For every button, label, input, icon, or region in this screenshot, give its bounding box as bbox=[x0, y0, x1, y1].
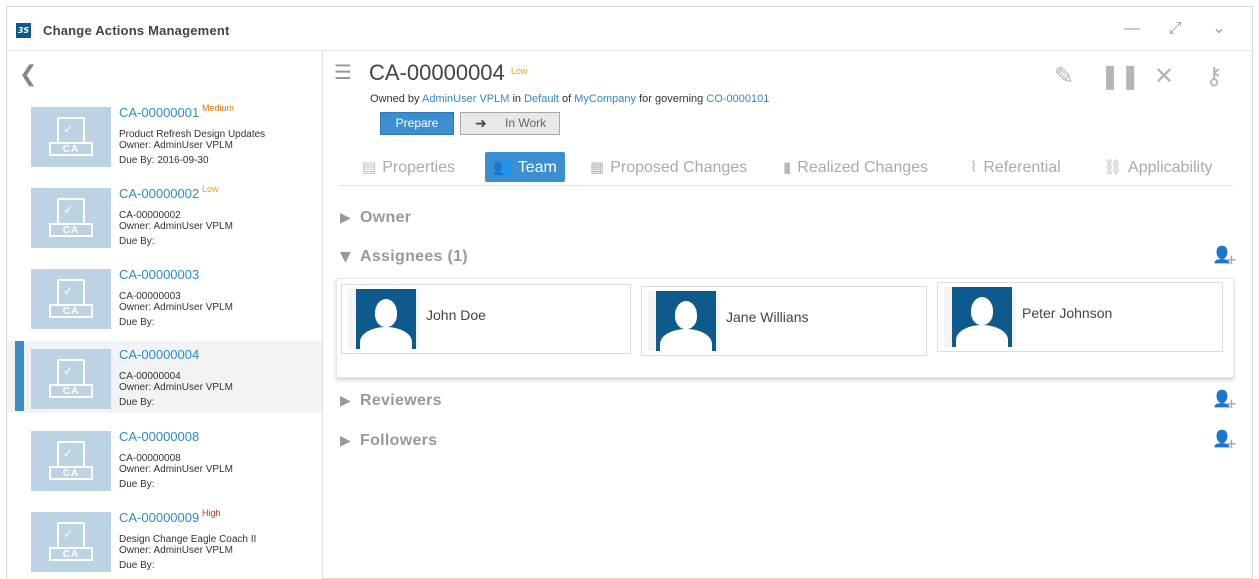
add-assignee-icon[interactable]: 👤 + bbox=[1212, 245, 1238, 269]
member-name: Peter Johnson bbox=[1022, 305, 1113, 321]
ca-name[interactable]: CA-00000004 bbox=[119, 347, 199, 362]
ca-description: CA-00000002 bbox=[119, 210, 181, 221]
owner-link[interactable]: AdminUser VPLM bbox=[422, 93, 509, 105]
ca-name[interactable]: CA-00000001 bbox=[119, 105, 199, 120]
selection-indicator bbox=[15, 341, 24, 411]
section-followers[interactable]: ▶ Followers bbox=[340, 432, 437, 450]
ca-owner: Owner: AdminUser VPLM bbox=[119, 302, 233, 313]
change-action-thumbnail-icon: ✓ CA bbox=[31, 431, 111, 491]
list-item-ca-00000004[interactable]: ✓ CA CA-00000004 CA-00000004 Owner: Admi… bbox=[7, 341, 322, 413]
list-item-ca-00000008[interactable]: ✓ CA CA-00000008 CA-00000008 Owner: Admi… bbox=[7, 425, 322, 497]
ca-due-date: Due By: bbox=[119, 236, 155, 247]
add-follower-icon[interactable]: 👤 + bbox=[1212, 429, 1238, 453]
paperclip-icon: ⌇ bbox=[970, 158, 978, 176]
member-card[interactable]: Jane Willians bbox=[641, 286, 927, 356]
caret-right-icon: ▶ bbox=[340, 393, 351, 409]
change-order-link[interactable]: CO-0000101 bbox=[706, 93, 769, 105]
ca-description: Product Refresh Design Updates bbox=[119, 129, 266, 140]
promote-in-work-button[interactable]: ➜ In Work bbox=[460, 112, 560, 135]
tab-applicability[interactable]: ⛓ Applicability bbox=[1103, 152, 1213, 182]
link-icon: ⛓ bbox=[1103, 158, 1123, 176]
expand-icon[interactable]: ⤢ bbox=[1165, 19, 1185, 39]
ca-due-date: Due By: 2016-09-30 bbox=[119, 155, 209, 166]
team-icon: 👥 bbox=[493, 158, 512, 176]
member-name: John Doe bbox=[426, 307, 486, 323]
list-icon: ▦ bbox=[590, 158, 605, 176]
title-bar: 3S Change Actions Management — ⤢ ⌄ bbox=[7, 7, 1252, 51]
ca-due-date: Due By: bbox=[119, 317, 155, 328]
priority-badge: Low bbox=[202, 184, 219, 194]
avatar bbox=[944, 287, 1016, 347]
change-action-thumbnail-icon: ✓ CA bbox=[31, 349, 111, 409]
list-item-ca-00000001[interactable]: ✓ CA CA-00000001 Medium Product Refresh … bbox=[7, 101, 322, 173]
tab-team[interactable]: 👥 Team bbox=[485, 152, 565, 182]
section-reviewers[interactable]: ▶ Reviewers bbox=[340, 392, 442, 410]
caret-right-icon: ▶ bbox=[340, 210, 351, 226]
edit-icon[interactable]: ✎ bbox=[1050, 62, 1078, 90]
bar-chart-icon: ▮ bbox=[783, 158, 792, 176]
chevron-down-icon[interactable]: ⌄ bbox=[1209, 19, 1229, 39]
key-icon[interactable]: ⚷ bbox=[1200, 62, 1228, 90]
collapse-sidebar-icon[interactable]: ❮ bbox=[19, 62, 37, 87]
arrow-right-icon: ➜ bbox=[475, 115, 487, 131]
change-action-list: ❮ ✓ CA CA-00000001 Medium Product Refres… bbox=[7, 52, 323, 579]
priority-badge: Medium bbox=[202, 103, 235, 113]
priority-badge: Low bbox=[511, 66, 528, 76]
tab-referential[interactable]: ⌇ Referential bbox=[970, 152, 1061, 182]
detail-panel: ☰ CA-00000004 Low Owned by AdminUser VPL… bbox=[324, 52, 1252, 579]
tab-properties[interactable]: ▤ Properties bbox=[362, 152, 455, 182]
member-card[interactable]: John Doe bbox=[341, 284, 631, 354]
change-action-thumbnail-icon: ✓ CA bbox=[31, 512, 111, 572]
member-name: Jane Willians bbox=[726, 309, 809, 325]
app-window: 3S Change Actions Management — ⤢ ⌄ ❮ ✓ C… bbox=[6, 6, 1253, 579]
ca-description: CA-00000003 bbox=[119, 291, 181, 302]
page-title: CA-00000004 bbox=[369, 60, 505, 85]
change-action-thumbnail-icon: ✓ CA bbox=[31, 188, 111, 248]
ca-description: CA-00000004 bbox=[119, 371, 181, 382]
avatar bbox=[348, 289, 420, 349]
ca-description: Design Change Eagle Coach II bbox=[119, 534, 257, 545]
collab-space-link[interactable]: Default bbox=[524, 93, 559, 105]
ca-name[interactable]: CA-00000002 bbox=[119, 186, 199, 201]
pause-icon[interactable]: ❚❚ bbox=[1100, 62, 1140, 90]
app-logo-icon: 3S bbox=[16, 23, 31, 38]
ca-due-date: Due By: bbox=[119, 397, 155, 408]
ca-owner: Owner: AdminUser VPLM bbox=[119, 545, 233, 556]
tab-proposed-changes[interactable]: ▦ Proposed Changes bbox=[590, 152, 747, 182]
caret-down-icon: ▼ bbox=[340, 249, 351, 265]
change-action-thumbnail-icon: ✓ CA bbox=[31, 107, 111, 167]
close-icon[interactable]: ✕ bbox=[1150, 62, 1178, 90]
member-card[interactable]: Peter Johnson bbox=[937, 282, 1223, 352]
ca-owner: Owner: AdminUser VPLM bbox=[119, 382, 233, 393]
avatar bbox=[648, 291, 720, 351]
assignees-panel: John Doe Jane Willians Peter Johnson bbox=[336, 278, 1234, 378]
ca-name[interactable]: CA-00000003 bbox=[119, 267, 199, 282]
ownership-line: Owned by AdminUser VPLM in Default of My… bbox=[370, 93, 770, 105]
list-menu-icon[interactable]: ☰ bbox=[334, 60, 352, 84]
list-item-ca-00000003[interactable]: ✓ CA CA-00000003 CA-00000003 Owner: Admi… bbox=[7, 263, 322, 335]
caret-right-icon: ▶ bbox=[340, 433, 351, 449]
section-assignees[interactable]: ▼ Assignees (1) bbox=[340, 248, 468, 266]
section-owner[interactable]: ▶ Owner bbox=[340, 209, 411, 227]
ca-due-date: Due By: bbox=[119, 560, 155, 571]
ca-name[interactable]: CA-00000009 bbox=[119, 510, 199, 525]
ca-owner: Owner: AdminUser VPLM bbox=[119, 140, 233, 151]
priority-badge: High bbox=[202, 508, 221, 518]
ca-description: CA-00000008 bbox=[119, 453, 181, 464]
list-item-ca-00000002[interactable]: ✓ CA CA-00000002 Low CA-00000002 Owner: … bbox=[7, 182, 322, 254]
ca-owner: Owner: AdminUser VPLM bbox=[119, 221, 233, 232]
ca-name[interactable]: CA-00000008 bbox=[119, 429, 199, 444]
ca-due-date: Due By: bbox=[119, 479, 155, 490]
tab-realized-changes[interactable]: ▮ Realized Changes bbox=[783, 152, 928, 182]
state-prepare-button[interactable]: Prepare bbox=[380, 112, 454, 135]
add-reviewer-icon[interactable]: 👤 + bbox=[1212, 389, 1238, 413]
change-action-thumbnail-icon: ✓ CA bbox=[31, 269, 111, 329]
tab-bar: ▤ Properties 👥 Team ▦ Proposed Changes ▮ Rea… bbox=[338, 146, 1233, 186]
app-title: Change Actions Management bbox=[43, 23, 230, 38]
clipboard-icon: ▤ bbox=[362, 158, 377, 176]
list-item-ca-00000009[interactable]: ✓ CA CA-00000009 High Design Change Eagl… bbox=[7, 506, 322, 578]
company-link[interactable]: MyCompany bbox=[574, 93, 636, 105]
minimize-icon[interactable]: — bbox=[1122, 19, 1142, 39]
ca-owner: Owner: AdminUser VPLM bbox=[119, 464, 233, 475]
